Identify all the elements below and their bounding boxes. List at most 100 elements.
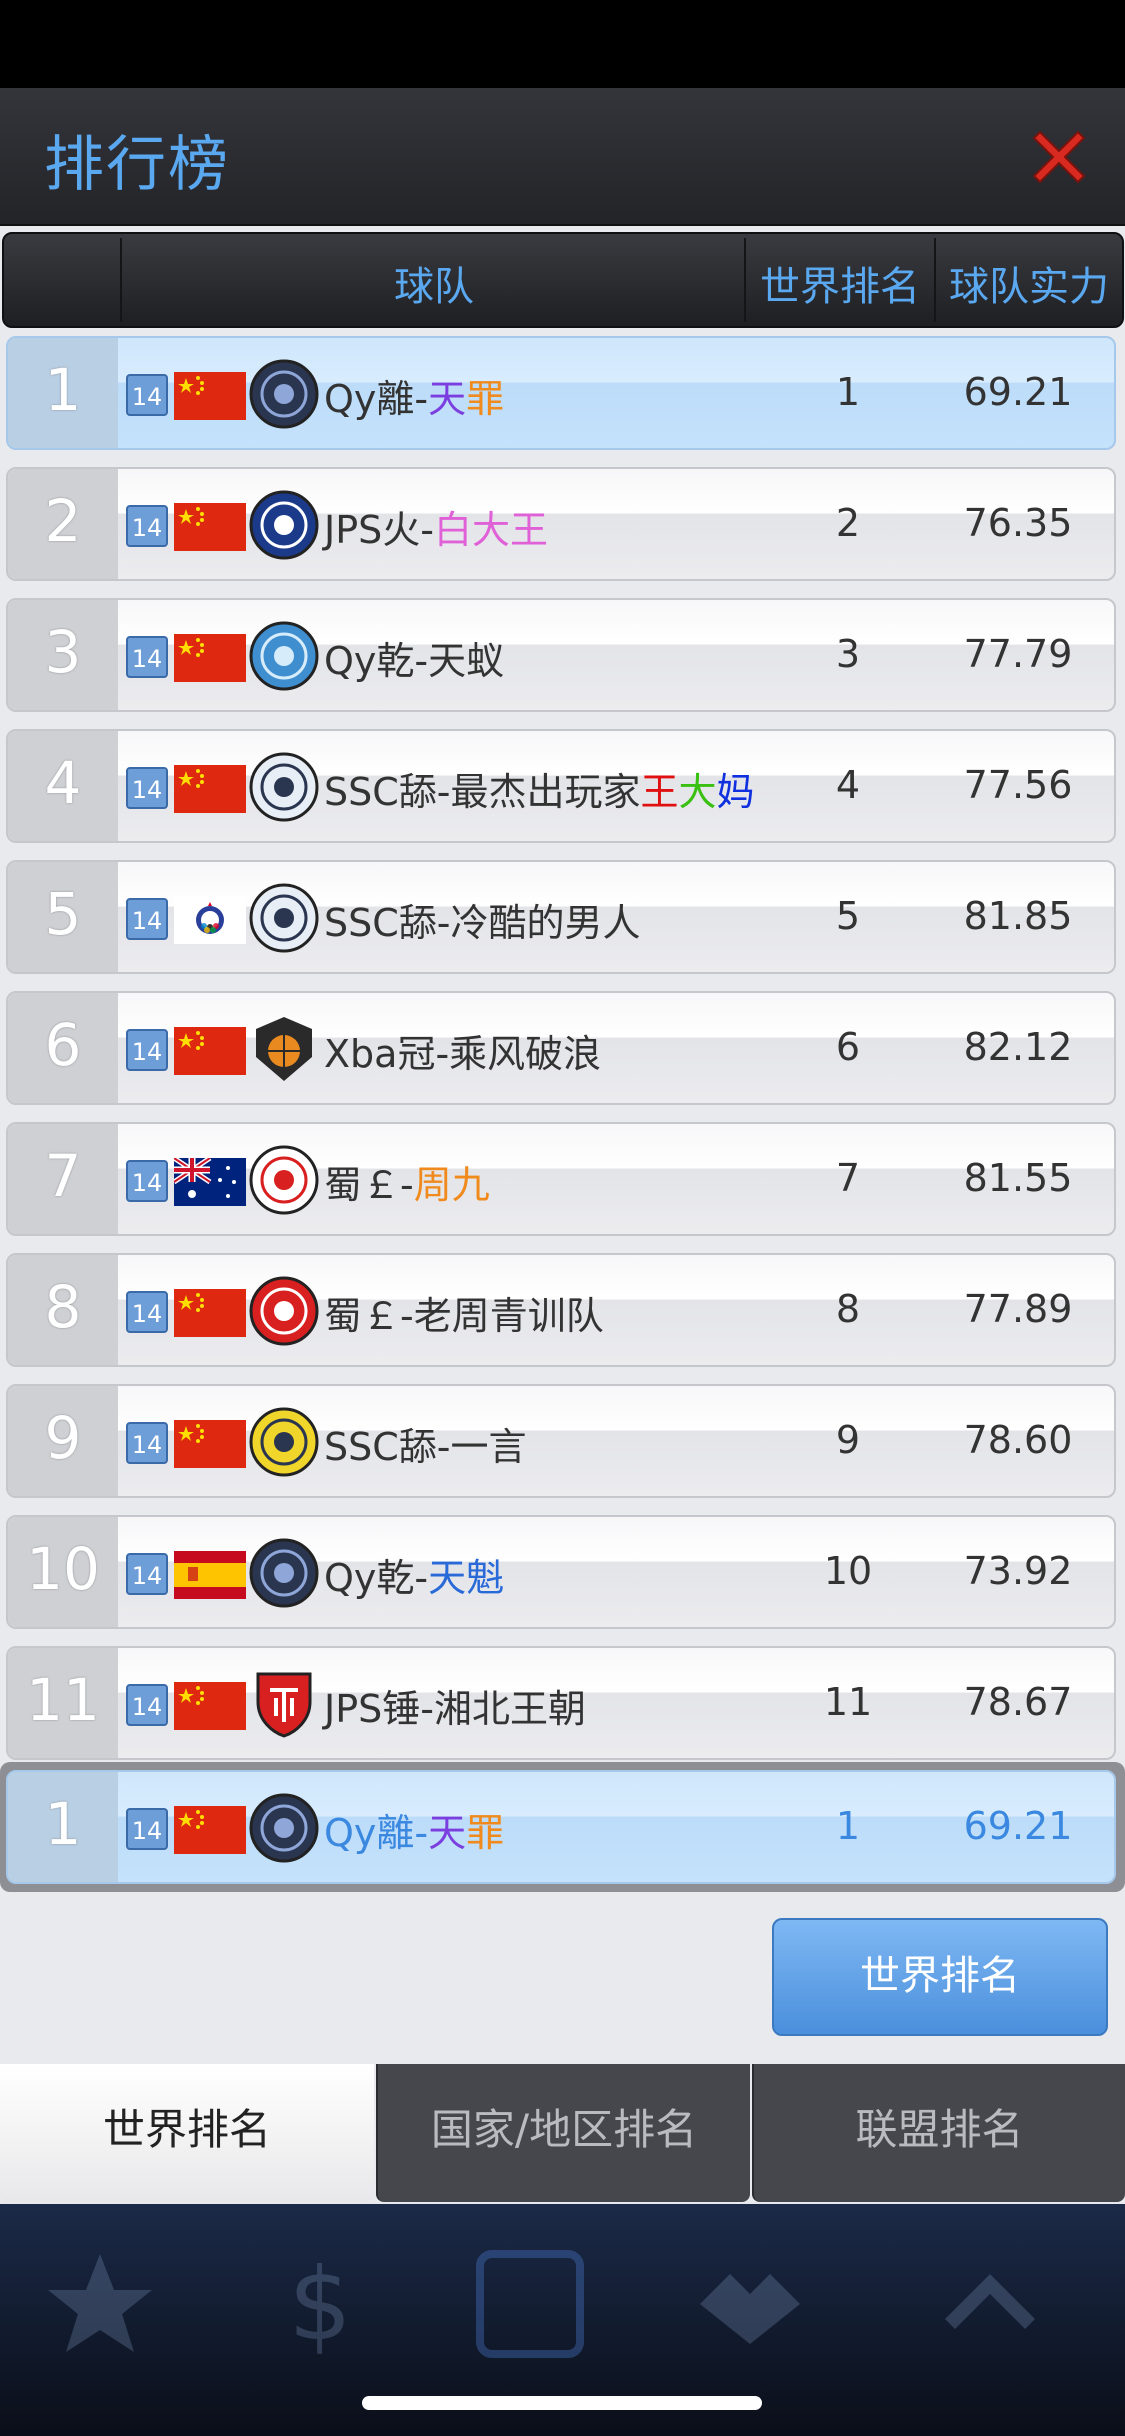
level-badge: 14	[126, 898, 168, 940]
world-rank-value: 7	[835, 1156, 861, 1200]
team-logo-icon	[249, 359, 319, 429]
rank-cell: 9	[8, 1386, 118, 1496]
table-row[interactable]: 8 14 蜀￡-老周青训队 8 77.89	[6, 1253, 1116, 1367]
team-name-prefix: Qy乾-	[324, 1556, 429, 1600]
rank-number: 11	[26, 1666, 100, 1734]
team-name: JPS锤-湘北王朝	[324, 1678, 586, 1733]
level-badge: 14	[126, 505, 168, 547]
table-row[interactable]: 3 14 Qy乾-天蚁 3 77.79	[6, 598, 1116, 712]
team-name: SSC舔-最杰出玩家王大妈	[324, 761, 755, 816]
team-name: Qy乾-天魁	[324, 1547, 504, 1602]
rank-cell: 1	[8, 338, 118, 448]
team-name: 蜀￡-老周青训队	[324, 1285, 604, 1340]
status-bar	[0, 0, 1125, 88]
strength-value: 82.12	[963, 1025, 1073, 1069]
level-badge: 14	[126, 1422, 168, 1464]
strength-value: 69.21	[963, 370, 1073, 414]
rank-cell: 7	[8, 1124, 118, 1234]
team-name-prefix: Qy乾-天蚁	[324, 639, 505, 683]
tab-league-rank[interactable]: 联盟排名	[752, 2064, 1125, 2202]
table-row[interactable]: 7 14 蜀￡-周九 7 81.55	[6, 1122, 1116, 1236]
china-flag-icon	[174, 1027, 246, 1075]
rank-cell: 10	[8, 1517, 118, 1627]
team-name-prefix: SSC舔-一言	[324, 1425, 527, 1469]
china-flag-icon	[174, 372, 246, 420]
tab-country-rank[interactable]: 国家/地区排名	[376, 2064, 750, 2202]
australia-flag-icon	[174, 1158, 246, 1206]
team-logo-icon	[249, 490, 319, 560]
team-name-part: 罪	[466, 377, 505, 421]
tab-world-rank[interactable]: 世界排名	[0, 2064, 374, 2202]
world-rank-value: 6	[835, 1025, 861, 1069]
level-badge: 14	[126, 767, 168, 809]
strength-value: 78.60	[963, 1418, 1073, 1462]
team-logo-icon	[256, 1017, 312, 1081]
rank-cell: 4	[8, 731, 118, 841]
rank-cell: 2	[8, 469, 118, 579]
team-logo-icon	[249, 1793, 319, 1863]
header-world-rank: 世界排名	[760, 264, 920, 310]
chevron-up-icon	[945, 2274, 1035, 2329]
team-logo-icon	[249, 621, 319, 691]
table-row[interactable]: 2 14 JPS火-白大王 2 76.35	[6, 467, 1116, 581]
world-rank-button[interactable]: 世界排名	[772, 1918, 1108, 2036]
money-icon: $	[288, 2246, 352, 2363]
spain-flag-icon	[174, 1551, 246, 1599]
team-name: Qy乾-天蚁	[324, 630, 504, 685]
team-logo-icon	[249, 1407, 319, 1477]
rank-number: 9	[44, 1404, 82, 1472]
strength-value: 73.92	[963, 1549, 1073, 1593]
header-divider	[120, 238, 122, 322]
team-name-part: 王	[640, 770, 679, 814]
rank-cell: 11	[8, 1648, 118, 1758]
table-header: 球队 世界排名 球队实力	[2, 232, 1124, 328]
level-badge: 14	[126, 1553, 168, 1595]
handshake-icon	[700, 2274, 800, 2344]
team-name-part: 周九	[413, 1163, 490, 1207]
level-badge: 14	[126, 1808, 168, 1850]
team-name: Xba冠-乘风破浪	[324, 1023, 601, 1078]
team-name-part: 天	[428, 377, 467, 421]
world-rank-value: 2	[835, 501, 861, 545]
team-name: Qy離-天罪	[324, 1802, 504, 1857]
page-title: 排行榜	[44, 130, 230, 200]
china-flag-icon	[174, 1420, 246, 1468]
team-icon	[476, 2250, 584, 2358]
team-name-part: 天	[428, 1811, 467, 1855]
world-rank-value: 8	[835, 1287, 861, 1331]
rank-number: 8	[44, 1273, 82, 1341]
world-rank-value: 10	[823, 1549, 873, 1593]
china-flag-icon	[174, 1806, 246, 1854]
rank-number: 2	[44, 487, 82, 555]
team-name-prefix: Xba冠-乘风破浪	[324, 1032, 602, 1076]
china-flag-icon	[174, 765, 246, 813]
china-flag-icon	[174, 1289, 246, 1337]
team-name-prefix: Qy離-	[324, 1811, 429, 1855]
strength-value: 69.21	[963, 1804, 1073, 1848]
table-row[interactable]: 10 14 Qy乾-天魁 10 73.92	[6, 1515, 1116, 1629]
my-team-row-frame: 1 14 Qy離-天罪 1 69.21	[0, 1762, 1125, 1892]
rank-cell: 3	[8, 600, 118, 710]
home-indicator	[362, 2396, 762, 2410]
rank-number: 5	[44, 880, 82, 948]
table-row[interactable]: 1 14 Qy離-天罪 1 69.21	[6, 336, 1116, 450]
team-name: 蜀￡-周九	[324, 1154, 490, 1209]
rank-number: 1	[44, 356, 82, 424]
table-row[interactable]: 6 14 Xba冠-乘风破浪 6 82.12	[6, 991, 1116, 1105]
my-team-row[interactable]: 1 14 Qy離-天罪 1 69.21	[6, 1770, 1116, 1884]
team-name-prefix: 蜀￡-老周青训队	[324, 1294, 604, 1338]
team-logo-icon	[249, 1276, 319, 1346]
strength-value: 76.35	[963, 501, 1073, 545]
table-row[interactable]: 11 14 JPS锤-湘北王朝 11 78.67	[6, 1646, 1116, 1760]
close-icon[interactable]	[1026, 124, 1092, 190]
table-row[interactable]: 9 14 SSC舔-一言 9 78.60	[6, 1384, 1116, 1498]
table-row[interactable]: 5 14 SSC舔-冷酷的男人 5 81.85	[6, 860, 1116, 974]
china-flag-icon	[174, 1682, 246, 1730]
team-name: JPS火-白大王	[324, 499, 548, 554]
team-name-prefix: JPS火-	[324, 508, 434, 552]
header-strength: 球队实力	[949, 264, 1109, 310]
table-row[interactable]: 4 14 SSC舔-最杰出玩家王大妈 4 77.56	[6, 729, 1116, 843]
world-rank-value: 11	[823, 1680, 873, 1724]
svg-text:$: $	[288, 2246, 352, 2363]
world-rank-value: 1	[835, 1804, 861, 1848]
